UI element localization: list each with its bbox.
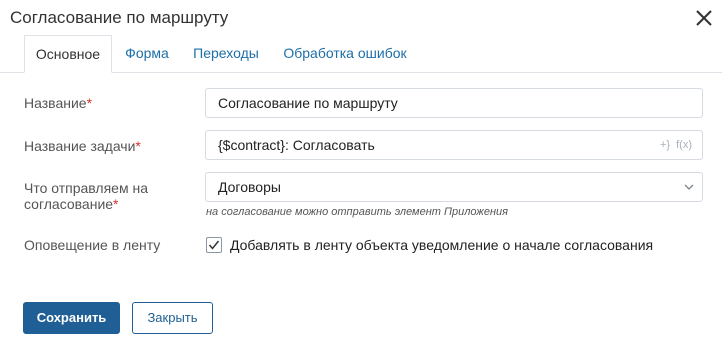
what-to-send-label-line1: Что отправляем на: [24, 180, 148, 196]
what-to-send-select[interactable]: Договоры: [205, 172, 703, 202]
tab-bar: Основное Форма Переходы Обработка ошибок: [0, 35, 722, 73]
task-name-label: Название задачи*: [24, 138, 141, 154]
task-name-field-tools: +} f(x): [654, 131, 692, 159]
dialog-title: Согласование по маршруту: [10, 8, 229, 27]
required-mark: *: [135, 138, 141, 154]
what-to-send-selected: Договоры: [218, 179, 281, 195]
name-label: Название*: [24, 95, 92, 111]
variables-icon[interactable]: +}: [660, 139, 670, 151]
close-dialog-button[interactable]: [693, 7, 715, 29]
what-to-send-label-line2-wrap: согласование*: [24, 196, 148, 212]
check-icon: [208, 240, 220, 250]
name-field[interactable]: Согласование по маршруту: [205, 88, 703, 118]
name-field-value: Согласование по маршруту: [218, 95, 398, 111]
what-to-send-hint: на согласование можно отправить элемент …: [206, 206, 509, 218]
feed-notify-checkbox[interactable]: [206, 237, 222, 253]
feed-notify-label: Оповещение в ленту: [24, 237, 161, 253]
close-icon: [696, 10, 712, 26]
name-label-text: Название: [24, 95, 87, 111]
chevron-down-icon: [684, 184, 694, 190]
what-to-send-label: Что отправляем на согласование*: [24, 180, 148, 212]
required-mark: *: [86, 95, 93, 111]
feed-notify-checkbox-label[interactable]: Добавлять в ленту объекта уведомление о …: [230, 237, 653, 253]
function-icon[interactable]: f(x): [676, 139, 692, 151]
close-button[interactable]: Закрыть: [132, 302, 213, 334]
save-button[interactable]: Сохранить: [23, 302, 120, 334]
tab-error-handling[interactable]: Обработка ошибок: [277, 35, 413, 72]
task-name-field[interactable]: {$contract}: Согласовать +} f(x): [205, 130, 703, 160]
tab-main[interactable]: Основное: [24, 35, 112, 73]
task-name-label-text: Название задачи: [24, 138, 136, 154]
required-mark: *: [113, 196, 119, 212]
task-name-field-value: {$contract}: Согласовать: [218, 137, 375, 153]
tab-form[interactable]: Форма: [119, 35, 175, 72]
what-to-send-label-line2: согласование: [24, 196, 114, 212]
tab-transitions[interactable]: Переходы: [188, 35, 264, 72]
route-approval-dialog: Согласование по маршруту Основное Форма …: [0, 0, 722, 345]
